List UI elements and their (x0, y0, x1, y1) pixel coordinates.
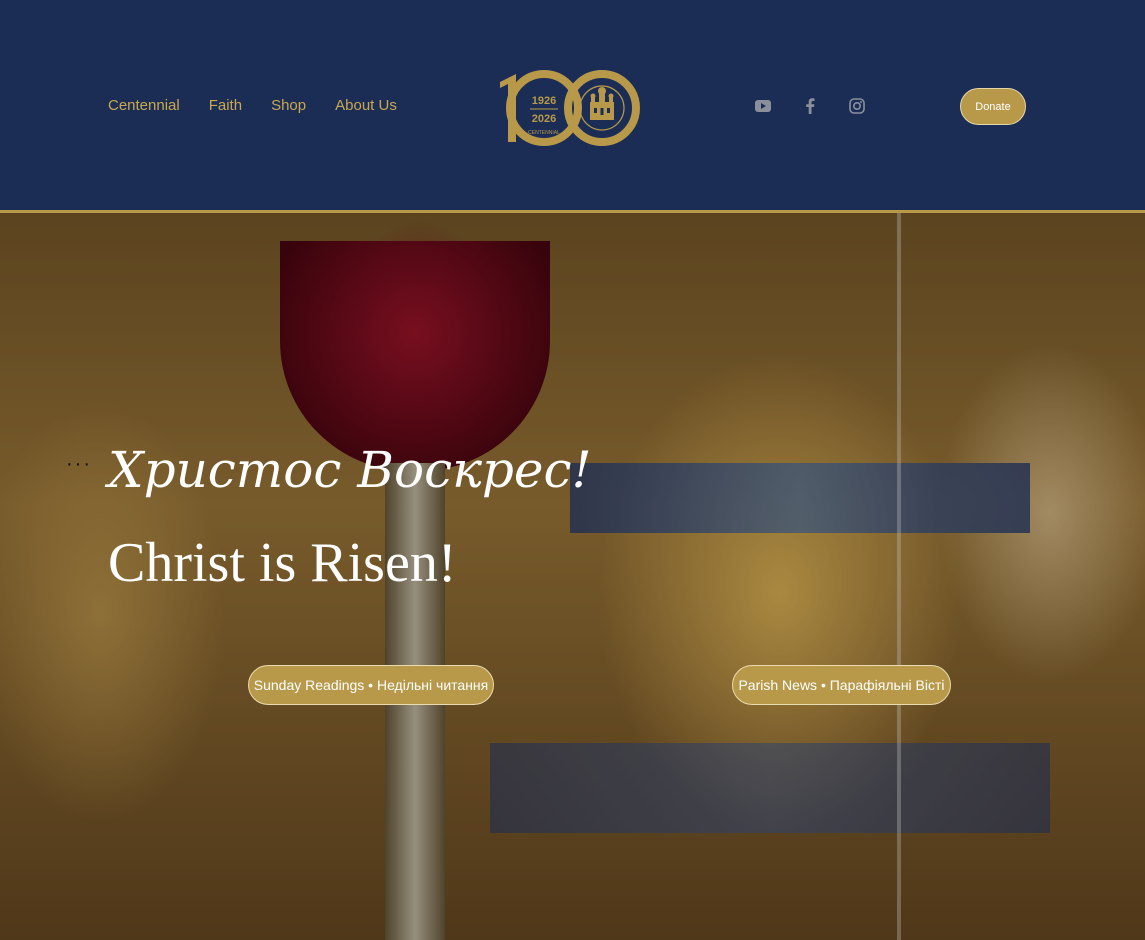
logo-year-start: 1926 (532, 95, 556, 107)
logo-year-end: 2026 (532, 113, 556, 125)
hero-dots: ··· (66, 453, 92, 475)
hero-title-english: Christ is Risen! (108, 532, 457, 594)
site-header: Centennial Faith Shop About Us 1926 2026… (0, 0, 1145, 211)
instagram-icon[interactable] (847, 96, 867, 116)
parish-news-button[interactable]: Parish News • Парафіяльні Вісті (732, 665, 951, 705)
nav-link-centennial[interactable]: Centennial (108, 96, 180, 116)
social-links (753, 96, 894, 116)
hero-banner: ··· Христос Воскрес! Christ is Risen! Su… (0, 213, 1145, 940)
donate-button[interactable]: Donate (960, 88, 1026, 125)
youtube-icon[interactable] (753, 96, 773, 116)
nav-link-shop[interactable]: Shop (271, 96, 306, 116)
nav-link-about-us[interactable]: About Us (335, 96, 397, 116)
logo-ribbon: CENTENNIAL (528, 130, 560, 136)
facebook-icon[interactable] (800, 96, 820, 116)
sunday-readings-button[interactable]: Sunday Readings • Недільні читання (248, 665, 494, 705)
hero-title-ukrainian: Христос Воскрес! (108, 441, 592, 499)
centennial-logo[interactable]: 1926 2026 CENTENNIAL (494, 70, 640, 148)
nav-link-faith[interactable]: Faith (209, 96, 242, 116)
main-nav: Centennial Faith Shop About Us (108, 96, 426, 116)
